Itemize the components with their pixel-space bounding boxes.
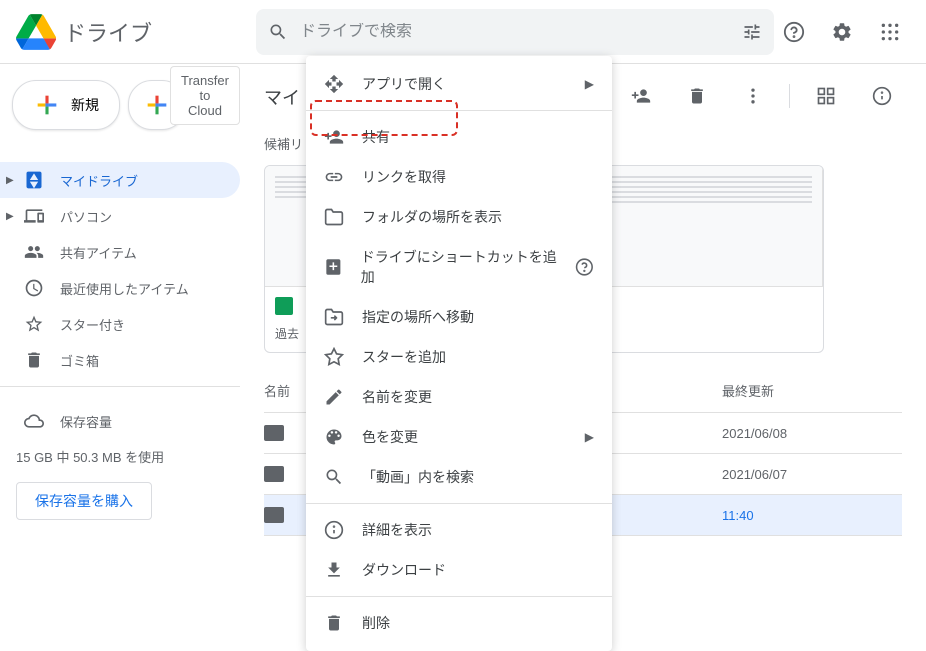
folder-icon <box>264 425 284 441</box>
storage-usage-text: 15 GB 中 50.3 MB を使用 <box>16 439 224 474</box>
menu-delete[interactable]: 削除 <box>306 603 612 643</box>
trash-icon <box>24 350 44 370</box>
link-icon <box>324 167 344 187</box>
download-icon <box>324 560 344 580</box>
sidebar-item-starred[interactable]: スター付き <box>0 306 240 342</box>
grid-view-button[interactable] <box>806 76 846 116</box>
clock-icon <box>24 278 44 298</box>
menu-color[interactable]: 色を変更 ▶ <box>306 417 612 457</box>
search-icon <box>268 22 288 42</box>
edit-icon <box>324 387 344 407</box>
cloud-icon <box>24 411 44 431</box>
menu-show-location[interactable]: フォルダの場所を表示 <box>306 197 612 237</box>
star-icon <box>24 314 44 334</box>
menu-share[interactable]: 共有 <box>306 117 612 157</box>
sheets-icon <box>275 297 293 315</box>
info-button[interactable] <box>862 76 902 116</box>
app-title: ドライブ <box>64 16 152 48</box>
sidebar-item-storage[interactable]: 保存容量 <box>16 403 224 439</box>
folder-icon <box>264 507 284 523</box>
delete-button[interactable] <box>677 76 717 116</box>
more-button[interactable] <box>733 76 773 116</box>
add-shortcut-icon <box>324 257 343 277</box>
help-button[interactable] <box>774 12 814 52</box>
menu-get-link[interactable]: リンクを取得 <box>306 157 612 197</box>
folder-icon <box>324 207 344 227</box>
buy-storage-button[interactable]: 保存容量を購入 <box>16 482 152 520</box>
column-date[interactable]: 最終更新 <box>722 381 902 400</box>
devices-icon <box>24 206 44 226</box>
sidebar-item-recent[interactable]: 最近使用したアイテム <box>0 270 240 306</box>
move-icon <box>324 307 344 327</box>
new-button[interactable]: 新規 <box>12 80 120 130</box>
cloud-hint-tooltip: Transfer to Cloud <box>170 66 240 125</box>
menu-add-shortcut[interactable]: ドライブにショートカットを追加 <box>306 237 612 297</box>
menu-rename[interactable]: 名前を変更 <box>306 377 612 417</box>
menu-star[interactable]: スターを追加 <box>306 337 612 377</box>
sidebar-item-trash[interactable]: ゴミ箱 <box>0 342 240 378</box>
chevron-right-icon: ▶ <box>585 77 594 91</box>
search-input[interactable] <box>300 23 742 41</box>
plus-icon <box>143 91 171 119</box>
trash-icon <box>324 613 344 633</box>
menu-download[interactable]: ダウンロード <box>306 550 612 590</box>
search-icon <box>324 467 344 487</box>
drive-logo-icon <box>16 12 56 52</box>
sidebar-item-computers[interactable]: ▶ パソコン <box>0 198 240 234</box>
menu-details[interactable]: 詳細を表示 <box>306 510 612 550</box>
menu-search-in[interactable]: 「動画」内を検索 <box>306 457 612 497</box>
tune-icon[interactable] <box>742 22 762 42</box>
menu-move[interactable]: 指定の場所へ移動 <box>306 297 612 337</box>
folder-icon <box>264 466 284 482</box>
search-bar[interactable] <box>256 9 774 55</box>
info-icon <box>324 520 344 540</box>
chevron-right-icon: ▶ <box>6 211 14 222</box>
apps-button[interactable] <box>870 12 910 52</box>
context-menu: アプリで開く ▶ 共有 リンクを取得 フォルダの場所を表示 ドライブにショートカ… <box>306 56 612 651</box>
open-with-icon <box>324 74 344 94</box>
sidebar-item-mydrive[interactable]: ▶ マイドライブ <box>0 162 240 198</box>
help-icon <box>575 257 594 277</box>
plus-icon <box>33 91 61 119</box>
share-button[interactable] <box>621 76 661 116</box>
drive-icon <box>24 170 44 190</box>
menu-open-with[interactable]: アプリで開く ▶ <box>306 64 612 104</box>
people-icon <box>24 242 44 262</box>
chevron-right-icon: ▶ <box>585 430 594 444</box>
sidebar-item-shared[interactable]: 共有アイテム <box>0 234 240 270</box>
settings-button[interactable] <box>822 12 862 52</box>
star-icon <box>324 347 344 367</box>
palette-icon <box>324 427 344 447</box>
person-add-icon <box>324 127 344 147</box>
chevron-right-icon: ▶ <box>6 175 14 186</box>
